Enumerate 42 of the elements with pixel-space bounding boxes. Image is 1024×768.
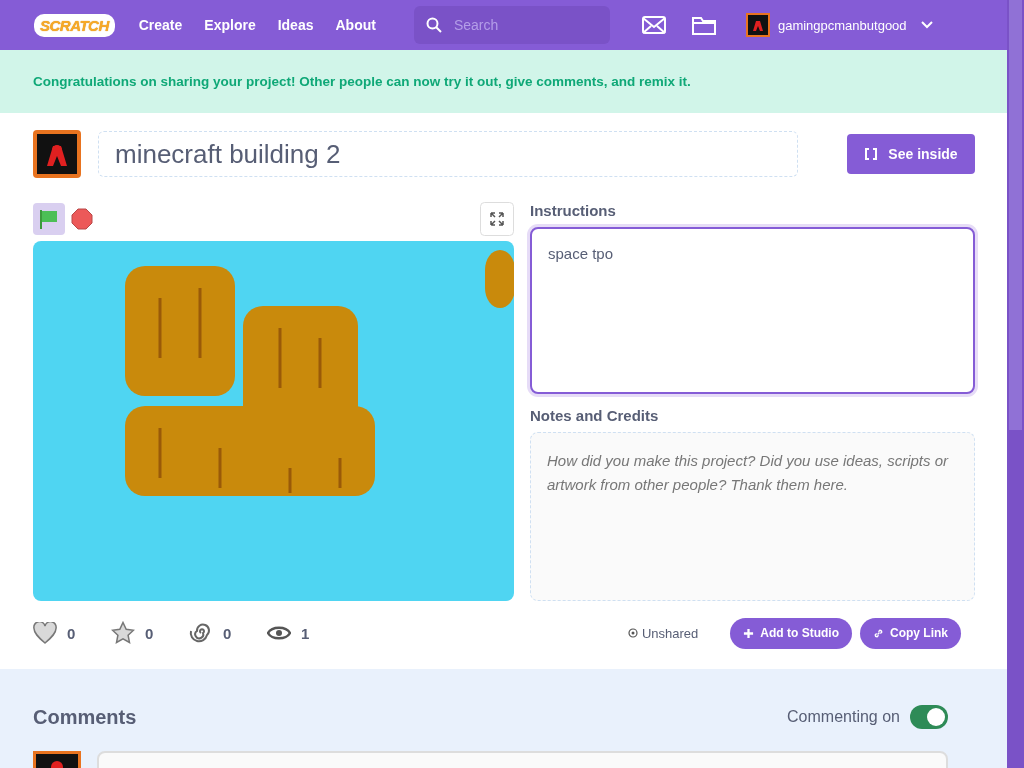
- search-field[interactable]: Search: [413, 6, 610, 44]
- stop-button[interactable]: [71, 208, 93, 230]
- plus-icon: [743, 627, 755, 639]
- username[interactable]: gamingpcmanbutgood: [777, 17, 907, 33]
- avatar-icon[interactable]: [33, 130, 81, 178]
- stat-count: 1: [301, 624, 310, 642]
- search-icon: [425, 17, 442, 33]
- unshared-icon: [627, 628, 638, 638]
- star-icon[interactable]: [111, 621, 135, 645]
- comments-heading: Comments: [33, 705, 138, 729]
- folder-icon[interactable]: [691, 15, 716, 35]
- see-inside-button[interactable]: See inside: [847, 134, 975, 174]
- flag-button[interactable]: [33, 203, 65, 235]
- nav-link[interactable]: Ideas: [277, 17, 322, 33]
- mail-icon[interactable]: [641, 16, 666, 34]
- nav-link[interactable]: Explore: [204, 17, 264, 33]
- share-status: Unshared: [641, 625, 699, 641]
- heart-icon[interactable]: [33, 622, 57, 644]
- fullscreen-button[interactable]: [480, 202, 514, 236]
- title-field[interactable]: minecraft building 2: [98, 131, 798, 177]
- eye-icon: [267, 625, 291, 641]
- link-icon: [873, 627, 884, 639]
- scrollbar-thumb[interactable]: [1009, 0, 1022, 430]
- notes-field[interactable]: How did you make this project? Did you use ideas, scripts or artwork from other people? Thank them here.: [530, 432, 975, 601]
- instructions-field[interactable]: space tpo: [530, 227, 975, 394]
- nav-link[interactable]: Create: [138, 17, 191, 33]
- stat-count: 0: [223, 624, 232, 642]
- spiral-icon[interactable]: [189, 621, 213, 645]
- commenting-toggle[interactable]: [910, 705, 948, 729]
- commenting-label: Commenting on: [787, 708, 900, 726]
- stat-count: 0: [67, 624, 76, 642]
- copy-link-button[interactable]: Copy Link: [860, 617, 961, 649]
- banner-text: Congratulations on sharing your project! Other people can now try it out, give comments, and remix it.: [33, 74, 691, 89]
- scrollbar[interactable]: [1007, 0, 1024, 768]
- caret-icon[interactable]: [920, 21, 933, 29]
- add-to-studio-button[interactable]: Add to Studio: [730, 617, 852, 649]
- stat-count: 0: [145, 624, 154, 642]
- instructions-label: Instructions: [530, 202, 617, 219]
- notes-label: Notes and Credits: [530, 407, 660, 424]
- avatar-icon[interactable]: [745, 13, 770, 37]
- nav-link[interactable]: About: [335, 17, 384, 33]
- avatar-icon: [33, 751, 81, 768]
